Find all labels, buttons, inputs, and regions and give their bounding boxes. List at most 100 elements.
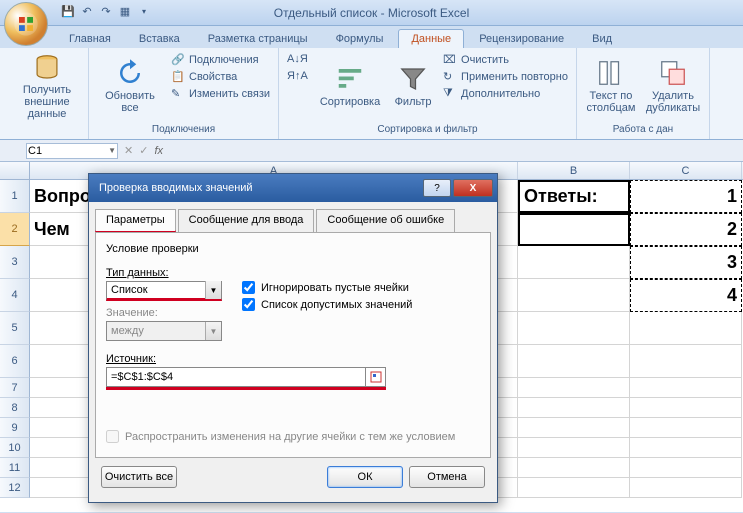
source-input-wrapper <box>106 367 386 390</box>
row-header-7[interactable]: 7 <box>0 378 30 398</box>
filter-button[interactable]: Фильтр <box>389 52 437 120</box>
value-select: между ▼ <box>106 321 222 341</box>
tab-layout[interactable]: Разметка страницы <box>195 29 321 48</box>
row-header-4[interactable]: 4 <box>0 279 30 312</box>
cell-c2[interactable]: 2 <box>630 213 742 246</box>
undo-icon[interactable]: ↶ <box>79 3 95 19</box>
range-picker-button[interactable] <box>366 367 386 387</box>
ignore-blank-checkbox[interactable]: Игнорировать пустые ячейки <box>242 281 412 294</box>
condition-label: Условие проверки <box>106 243 480 255</box>
fx-icon[interactable]: fx <box>154 145 163 157</box>
formula-bar: C1 ▼ ✕ ✓ fx <box>0 140 743 162</box>
columns-icon <box>596 58 626 88</box>
range-icon <box>370 371 382 383</box>
link-icon: 🔗 <box>171 53 185 67</box>
row-header-8[interactable]: 8 <box>0 398 30 418</box>
dialog-tabs: Параметры Сообщение для ввода Сообщение … <box>95 209 491 233</box>
sort-asc-button[interactable]: А↓Я <box>285 52 311 68</box>
tab-formulas[interactable]: Формулы <box>323 29 397 48</box>
tab-parameters[interactable]: Параметры <box>95 209 176 232</box>
cell-b2[interactable] <box>518 213 630 246</box>
row-header-9[interactable]: 9 <box>0 418 30 438</box>
apply-changes-checkbox: Распространить изменения на другие ячейк… <box>106 430 480 443</box>
row-header-3[interactable]: 3 <box>0 246 30 279</box>
tab-input-message[interactable]: Сообщение для ввода <box>178 209 315 232</box>
sort-desc-icon: Я↑А <box>287 70 301 84</box>
properties-icon: 📋 <box>171 70 185 84</box>
qat-icon[interactable]: ▦ <box>117 3 133 19</box>
get-external-data-button[interactable]: Получить внешние данные <box>12 52 82 120</box>
type-label: Тип данных: <box>106 267 222 279</box>
cancel-formula-icon[interactable]: ✕ <box>124 144 133 157</box>
value-label: Значение: <box>106 307 222 319</box>
tab-insert[interactable]: Вставка <box>126 29 193 48</box>
window-title: Отдельный список - Microsoft Excel <box>274 6 470 20</box>
row-header-12[interactable]: 12 <box>0 478 30 498</box>
sort-desc-button[interactable]: Я↑А <box>285 69 311 85</box>
ribbon-tabs: Главная Вставка Разметка страницы Формул… <box>0 26 743 48</box>
accept-formula-icon[interactable]: ✓ <box>139 144 148 157</box>
tab-home[interactable]: Главная <box>56 29 124 48</box>
dropdown-icon: ▼ <box>205 281 221 299</box>
tab-error-alert[interactable]: Сообщение об ошибке <box>316 209 455 232</box>
col-header-b[interactable]: B <box>518 162 630 179</box>
tab-review[interactable]: Рецензирование <box>466 29 577 48</box>
office-button[interactable] <box>4 2 48 46</box>
group-external: Получить внешние данные <box>6 48 89 139</box>
source-label: Источник: <box>106 353 480 365</box>
clear-filter-button[interactable]: ⌧Очистить <box>441 52 570 68</box>
clear-all-button[interactable]: Очистить все <box>101 466 177 488</box>
remove-duplicates-button[interactable]: Удалить дубликаты <box>643 52 703 120</box>
save-icon[interactable]: 💾 <box>60 3 76 19</box>
cell-c3[interactable]: 3 <box>630 246 742 279</box>
cell-b1[interactable]: Ответы: <box>518 180 630 213</box>
reapply-button[interactable]: ↻Применить повторно <box>441 69 570 85</box>
tab-view[interactable]: Вид <box>579 29 625 48</box>
row-header-11[interactable]: 11 <box>0 458 30 478</box>
advanced-filter-button[interactable]: ⧩Дополнительно <box>441 86 570 102</box>
dialog-close-button[interactable]: X <box>453 179 493 197</box>
qat-dropdown-icon[interactable]: ▾ <box>136 3 152 19</box>
row-header-2[interactable]: 2 <box>0 213 30 246</box>
name-box[interactable]: C1 ▼ <box>26 143 118 159</box>
cell-b3[interactable] <box>518 246 630 279</box>
quick-access-toolbar: 💾 ↶ ↷ ▦ ▾ <box>60 3 152 19</box>
refresh-all-button[interactable]: Обновить все <box>95 52 165 120</box>
database-icon <box>32 52 62 82</box>
text-to-columns-button[interactable]: Текст по столбцам <box>583 52 639 120</box>
select-all-corner[interactable] <box>0 162 30 179</box>
edit-links-button[interactable]: ✎Изменить связи <box>169 86 272 102</box>
cell-c1[interactable]: 1 <box>630 180 742 213</box>
group-sort-filter: А↓Я Я↑А Сортировка Фильтр ⌧Очистить ↻При… <box>279 48 577 139</box>
cancel-button[interactable]: Отмена <box>409 466 485 488</box>
type-select[interactable]: Список ▼ <box>106 281 222 301</box>
properties-button[interactable]: 📋Свойства <box>169 69 272 85</box>
connections-button[interactable]: 🔗Подключения <box>169 52 272 68</box>
dialog-titlebar[interactable]: Проверка вводимых значений ? X <box>89 174 497 202</box>
row-header-5[interactable]: 5 <box>0 312 30 345</box>
cell-c4[interactable]: 4 <box>630 279 742 312</box>
namebox-dropdown-icon[interactable]: ▼ <box>108 146 116 155</box>
in-cell-dropdown-checkbox[interactable]: Список допустимых значений <box>242 298 412 311</box>
reapply-icon: ↻ <box>443 70 457 84</box>
dialog-help-button[interactable]: ? <box>423 179 451 197</box>
refresh-icon <box>115 58 145 88</box>
redo-icon[interactable]: ↷ <box>98 3 114 19</box>
col-header-c[interactable]: C <box>630 162 742 179</box>
cell-b4[interactable] <box>518 279 630 312</box>
edit-links-icon: ✎ <box>171 87 185 101</box>
dialog-panel: Условие проверки Тип данных: Список ▼ Зн… <box>95 232 491 458</box>
sort-asc-icon: А↓Я <box>287 53 301 67</box>
row-header-10[interactable]: 10 <box>0 438 30 458</box>
dialog-title: Проверка вводимых значений <box>93 182 253 194</box>
row-header-1[interactable]: 1 <box>0 180 30 213</box>
advanced-icon: ⧩ <box>443 87 457 101</box>
group-data-tools: Текст по столбцам Удалить дубликаты Рабо… <box>577 48 710 139</box>
sort-button[interactable]: Сортировка <box>315 52 385 120</box>
source-input[interactable] <box>106 367 366 387</box>
sort-icon <box>335 64 365 94</box>
tab-data[interactable]: Данные <box>398 29 464 48</box>
group-connections: Обновить все 🔗Подключения 📋Свойства ✎Изм… <box>89 48 279 139</box>
row-header-6[interactable]: 6 <box>0 345 30 378</box>
ok-button[interactable]: ОК <box>327 466 403 488</box>
